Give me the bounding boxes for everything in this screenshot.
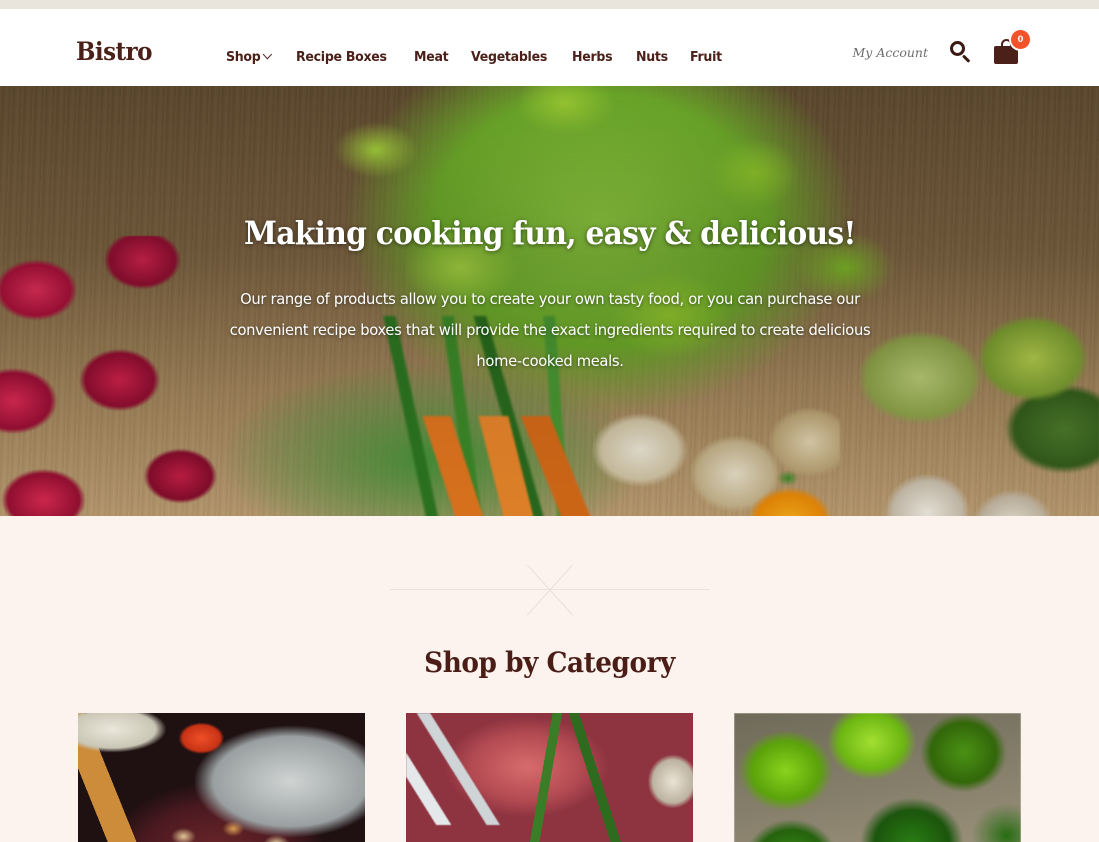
cart-count-badge: 0 xyxy=(1011,30,1030,49)
shopping-bag-icon xyxy=(994,46,1018,64)
nav-item-meat[interactable]: Meat xyxy=(414,49,449,65)
hero-title: Making cooking fun, easy & delicious! xyxy=(243,214,856,252)
search-icon-ring xyxy=(950,41,965,56)
category-card-recipe-boxes[interactable] xyxy=(78,713,365,842)
category-card-image xyxy=(406,713,693,842)
category-card-image xyxy=(734,713,1021,842)
hero-content: Making cooking fun, easy & delicious! Ou… xyxy=(0,86,1099,516)
top-bar-strip xyxy=(0,0,1099,9)
my-account-link[interactable]: My Account xyxy=(852,45,928,60)
shop-by-category-section: Shop by Category xyxy=(0,516,1099,842)
category-card-vegetables[interactable] xyxy=(734,713,1021,842)
category-card-meat[interactable] xyxy=(406,713,693,842)
cart-button[interactable]: 0 xyxy=(994,30,1030,67)
search-icon-handle xyxy=(961,54,971,63)
nav-item-fruit[interactable]: Fruit xyxy=(690,49,722,65)
header-utilities: My Account 0 xyxy=(852,30,1030,67)
x-cross-divider-icon xyxy=(389,556,710,624)
nav-item-nuts[interactable]: Nuts xyxy=(636,49,668,65)
section-title: Shop by Category xyxy=(424,646,675,679)
main-navigation: Shop Recipe Boxes Meat Vegetables Herbs … xyxy=(226,49,724,65)
hero-subtitle: Our range of products allow you to creat… xyxy=(229,290,870,370)
chevron-down-icon xyxy=(264,51,272,60)
search-icon[interactable] xyxy=(950,41,972,63)
nav-item-label: Shop xyxy=(226,49,261,65)
category-card-image xyxy=(78,713,365,842)
nav-item-vegetables[interactable]: Vegetables xyxy=(471,49,547,65)
nav-item-recipe-boxes[interactable]: Recipe Boxes xyxy=(296,49,387,65)
nav-item-shop[interactable]: Shop xyxy=(226,49,273,65)
nav-item-herbs[interactable]: Herbs xyxy=(572,49,613,65)
category-card-grid xyxy=(0,713,1099,842)
hero-banner: Making cooking fun, easy & delicious! Ou… xyxy=(0,86,1099,516)
site-header: Bistro Shop Recipe Boxes Meat Vegetables… xyxy=(0,9,1099,86)
site-logo[interactable]: Bistro xyxy=(76,39,152,64)
